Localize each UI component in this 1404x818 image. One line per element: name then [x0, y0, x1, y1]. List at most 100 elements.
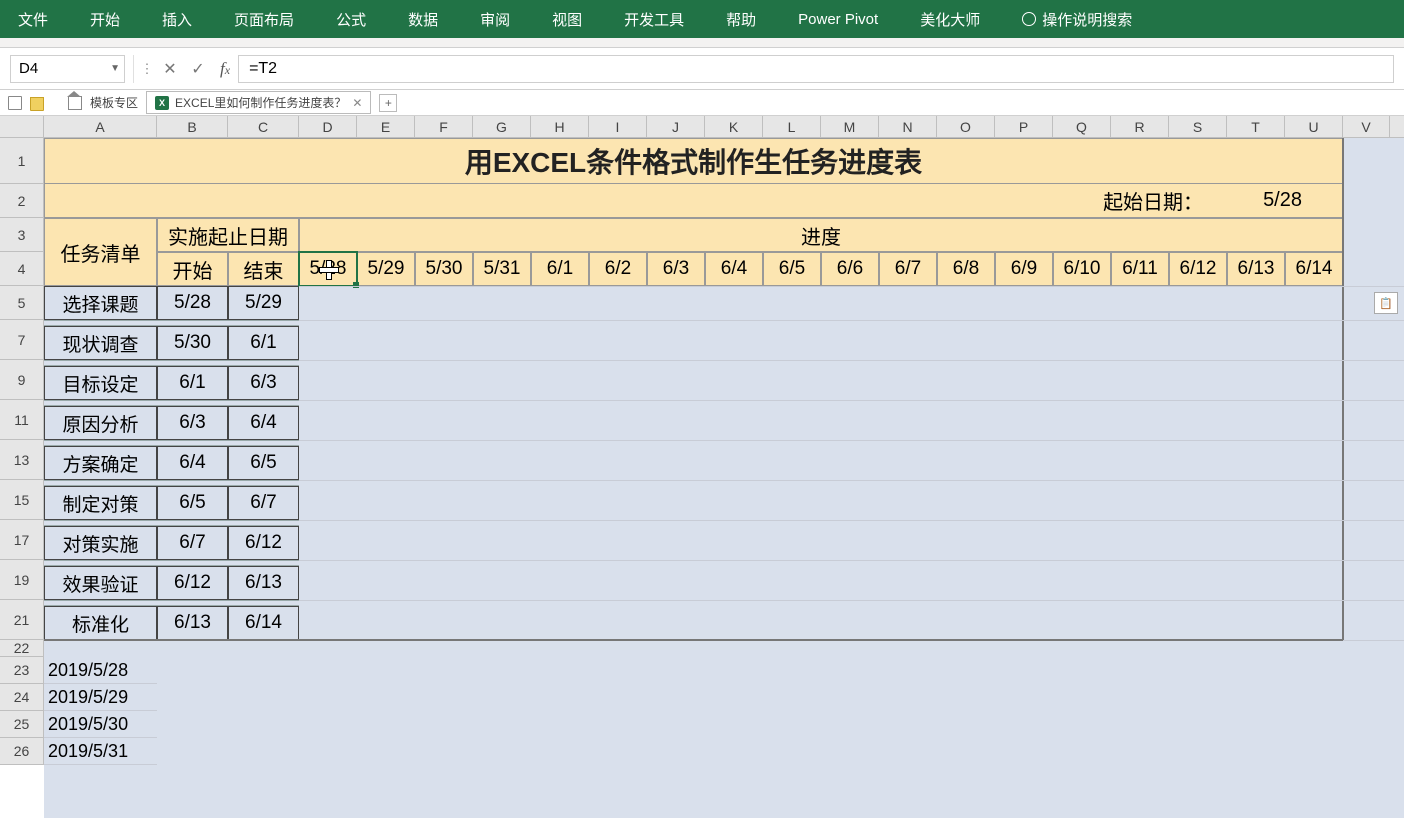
formula-bar: D4 ▼ ⋮ fx =T2 [0, 48, 1404, 90]
task-name-2: 目标设定 [44, 366, 157, 400]
select-all-corner[interactable] [0, 116, 44, 138]
task-gap-4 [44, 440, 299, 446]
task-list-header: 任务清单 [44, 218, 157, 286]
task-name-6: 对策实施 [44, 526, 157, 560]
row-header-11[interactable]: 11 [0, 400, 43, 440]
ribbon-tab-powerpivot[interactable]: Power Pivot [788, 5, 888, 34]
column-header-V[interactable]: V [1343, 116, 1390, 137]
column-header-N[interactable]: N [879, 116, 937, 137]
ribbon-tab-beautify[interactable]: 美化大师 [910, 3, 990, 36]
date-header-4: 6/1 [531, 252, 589, 286]
task-name-0: 选择课题 [44, 286, 157, 320]
column-header-S[interactable]: S [1169, 116, 1227, 137]
row-header-7[interactable]: 7 [0, 320, 43, 360]
task-start-2: 6/1 [157, 366, 228, 400]
paste-options-button[interactable]: 📋 [1374, 292, 1398, 314]
task-end-0: 5/29 [228, 286, 299, 320]
ribbon-tab-file[interactable]: 文件 [8, 3, 58, 36]
row-header-4[interactable]: 4 [0, 252, 43, 286]
cells-canvas[interactable]: 用EXCEL条件格式制作生任务进度表起始日期：5/28任务清单实施起止日期进度开… [44, 138, 1404, 818]
spreadsheet-grid[interactable]: ABCDEFGHIJKLMNOPQRSTUV 12345791113151719… [0, 116, 1404, 818]
date-header-2: 5/30 [415, 252, 473, 286]
task-name-8: 标准化 [44, 606, 157, 640]
row-header-13[interactable]: 13 [0, 440, 43, 480]
tell-me-search[interactable]: 操作说明搜索 [1012, 3, 1142, 36]
column-header-E[interactable]: E [357, 116, 415, 137]
column-header-J[interactable]: J [647, 116, 705, 137]
row-header-15[interactable]: 15 [0, 480, 43, 520]
task-end-4: 6/5 [228, 446, 299, 480]
new-tab-button[interactable]: + [379, 94, 397, 112]
formula-text: =T2 [249, 60, 277, 78]
fx-icon[interactable]: fx [212, 59, 238, 79]
formula-input[interactable]: =T2 [238, 55, 1394, 83]
row-header-25[interactable]: 25 [0, 711, 43, 738]
row-header-1[interactable]: 1 [0, 138, 43, 184]
row-header-5[interactable]: 5 [0, 286, 43, 320]
ribbon-tab-view[interactable]: 视图 [542, 3, 592, 36]
task-start-0: 5/28 [157, 286, 228, 320]
row-header-3[interactable]: 3 [0, 218, 43, 252]
task-name-7: 效果验证 [44, 566, 157, 600]
row-header-23[interactable]: 23 [0, 657, 43, 684]
column-headers: ABCDEFGHIJKLMNOPQRSTUV [44, 116, 1404, 138]
ribbon-tab-developer[interactable]: 开发工具 [614, 3, 694, 36]
row-header-2[interactable]: 2 [0, 184, 43, 218]
task-end-6: 6/12 [228, 526, 299, 560]
column-header-M[interactable]: M [821, 116, 879, 137]
chevron-down-icon[interactable]: ▼ [110, 63, 120, 74]
lightbulb-icon [1022, 12, 1036, 26]
close-tab-icon[interactable]: ✕ [352, 96, 362, 110]
row-header-26[interactable]: 26 [0, 738, 43, 765]
task-start-3: 6/3 [157, 406, 228, 440]
footer-date-2: 2019/5/30 [44, 711, 157, 738]
open-folder-icon[interactable] [30, 97, 44, 111]
task-start-8: 6/13 [157, 606, 228, 640]
column-header-R[interactable]: R [1111, 116, 1169, 137]
row-headers: 12345791113151719212223242526 [0, 138, 44, 765]
start-column-header: 开始 [157, 252, 228, 286]
row-header-17[interactable]: 17 [0, 520, 43, 560]
date-header-5: 6/2 [589, 252, 647, 286]
column-header-B[interactable]: B [157, 116, 228, 137]
ribbon-tab-review[interactable]: 审阅 [470, 3, 520, 36]
ribbon-body-collapsed [0, 38, 1404, 48]
column-header-A[interactable]: A [44, 116, 157, 137]
row-header-9[interactable]: 9 [0, 360, 43, 400]
cancel-formula-button[interactable] [156, 55, 184, 83]
date-header-8: 6/5 [763, 252, 821, 286]
ribbon-tab-help[interactable]: 帮助 [716, 3, 766, 36]
row-header-24[interactable]: 24 [0, 684, 43, 711]
column-header-P[interactable]: P [995, 116, 1053, 137]
column-header-K[interactable]: K [705, 116, 763, 137]
row-header-22[interactable]: 22 [0, 640, 43, 657]
column-header-F[interactable]: F [415, 116, 473, 137]
new-file-icon[interactable] [8, 96, 22, 110]
date-header-3: 5/31 [473, 252, 531, 286]
column-header-U[interactable]: U [1285, 116, 1343, 137]
ribbon-tab-home[interactable]: 开始 [80, 3, 130, 36]
template-zone-link[interactable]: 模板专区 [90, 94, 138, 111]
date-header-1: 5/29 [357, 252, 415, 286]
column-header-Q[interactable]: Q [1053, 116, 1111, 137]
home-icon[interactable] [68, 96, 82, 110]
ribbon-tab-insert[interactable]: 插入 [152, 3, 202, 36]
ribbon-tab-formulas[interactable]: 公式 [326, 3, 376, 36]
date-header-7: 6/4 [705, 252, 763, 286]
row-header-19[interactable]: 19 [0, 560, 43, 600]
fx-dropdown[interactable]: ⋮ [138, 61, 156, 77]
enter-formula-button[interactable] [184, 55, 212, 83]
row-header-21[interactable]: 21 [0, 600, 43, 640]
column-header-T[interactable]: T [1227, 116, 1285, 137]
column-header-L[interactable]: L [763, 116, 821, 137]
column-header-O[interactable]: O [937, 116, 995, 137]
column-header-H[interactable]: H [531, 116, 589, 137]
column-header-D[interactable]: D [299, 116, 357, 137]
column-header-I[interactable]: I [589, 116, 647, 137]
column-header-G[interactable]: G [473, 116, 531, 137]
document-tab-active[interactable]: X EXCEL里如何制作任务进度表？ ✕ [146, 91, 371, 114]
name-box[interactable]: D4 ▼ [10, 55, 125, 83]
ribbon-tab-data[interactable]: 数据 [398, 3, 448, 36]
ribbon-tab-pagelayout[interactable]: 页面布局 [224, 3, 304, 36]
column-header-C[interactable]: C [228, 116, 299, 137]
